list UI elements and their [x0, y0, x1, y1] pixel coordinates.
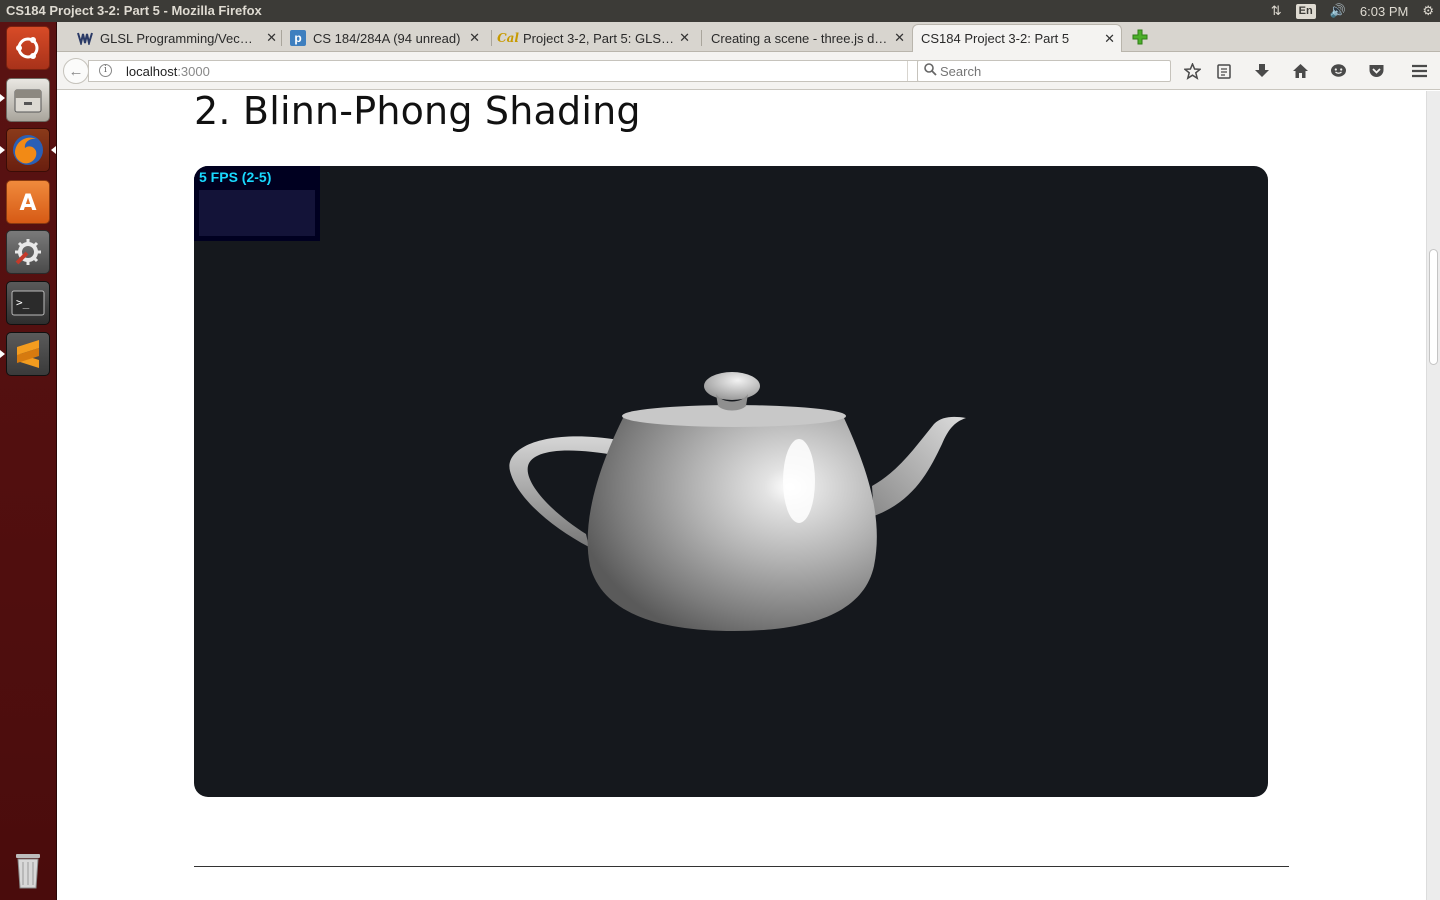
unity-launcher: A >_ — [0, 22, 57, 900]
teapot-render — [509, 372, 966, 631]
tab-separator — [701, 30, 702, 46]
url-text: localhost:3000 — [126, 64, 210, 79]
scrollbar-thumb[interactable] — [1429, 249, 1438, 365]
tab-threejs-docs[interactable]: Creating a scene - three.js d… ✕ — [711, 24, 911, 52]
url-host: localhost — [126, 64, 178, 79]
search-icon — [924, 63, 937, 79]
tab-glsl-programming[interactable]: GLSL Programming/Vec… ✕ — [77, 24, 283, 52]
close-tab-icon[interactable]: ✕ — [1104, 31, 1115, 47]
system-settings-icon[interactable] — [6, 230, 50, 274]
tab-label: CS184 Project 3-2: Part 5 — [921, 31, 1070, 46]
menu-button[interactable] — [1408, 61, 1430, 81]
home-icon — [1292, 64, 1308, 78]
wikibooks-icon — [77, 30, 93, 46]
navigation-toolbar: ← i localhost:3000 ↻ — [57, 52, 1440, 90]
horizontal-rule — [194, 866, 1289, 867]
clipboard-icon — [1217, 64, 1231, 79]
window-title: CS184 Project 3-2: Part 5 - Mozilla Fire… — [6, 3, 262, 18]
svg-text:A: A — [19, 191, 36, 216]
tab-project-3-2[interactable]: Cal Project 3-2, Part 5: GLS… ✕ — [497, 24, 696, 52]
berkeley-cal-icon: Cal — [497, 31, 519, 45]
tab-piazza[interactable]: p CS 184/284A (94 unread) ✕ — [290, 24, 486, 52]
terminal-icon[interactable]: >_ — [6, 281, 50, 325]
piazza-icon: p — [290, 30, 306, 46]
vertical-scrollbar[interactable] — [1426, 91, 1440, 900]
back-button[interactable]: ← — [63, 58, 89, 84]
ubuntu-dash-icon[interactable] — [6, 26, 50, 70]
plus-icon — [1132, 29, 1148, 45]
files-icon[interactable] — [6, 78, 50, 122]
close-tab-icon[interactable]: ✕ — [469, 30, 480, 46]
volume-icon[interactable]: 🔊 — [1330, 3, 1346, 19]
close-tab-icon[interactable]: ✕ — [679, 30, 690, 46]
tab-label: Project 3-2, Part 5: GLS… — [523, 30, 675, 46]
star-icon — [1183, 62, 1201, 80]
arrow-left-icon: ← — [68, 62, 84, 80]
tab-label: CS 184/284A (94 unread) — [313, 30, 461, 46]
tab-label: Creating a scene - three.js d… — [711, 30, 887, 46]
info-icon[interactable]: i — [99, 64, 112, 77]
search-input[interactable] — [940, 62, 1160, 80]
section-heading: 2. Blinn-Phong Shading — [194, 91, 641, 133]
keyboard-layout-indicator[interactable]: En — [1295, 3, 1316, 19]
url-bar[interactable]: i localhost:3000 ↻ — [88, 60, 936, 82]
home-button[interactable] — [1289, 61, 1311, 81]
downloads-button[interactable] — [1251, 61, 1273, 81]
pocket-icon — [1369, 65, 1383, 77]
search-box[interactable] — [917, 60, 1171, 82]
clock[interactable]: 6:03 PM — [1360, 4, 1408, 19]
running-indicator — [0, 94, 5, 102]
chat-bubble-icon — [1330, 64, 1346, 77]
running-indicator — [0, 146, 5, 154]
teapot-spout — [872, 416, 966, 516]
firefox-icon[interactable] — [6, 128, 50, 172]
network-updown-icon[interactable]: ⇅ — [1271, 3, 1282, 19]
tab-cs184-part5[interactable]: CS184 Project 3-2: Part 5 ✕ — [912, 24, 1122, 52]
system-tray: ⇅ En 🔊 6:03 PM ⚙ — [1271, 0, 1434, 22]
close-tab-icon[interactable]: ✕ — [266, 30, 277, 46]
gear-icon[interactable]: ⚙ — [1422, 3, 1434, 19]
sublime-text-icon[interactable] — [6, 332, 50, 376]
window-title-bar: CS184 Project 3-2: Part 5 - Mozilla Fire… — [0, 0, 1440, 22]
tab-strip: GLSL Programming/Vec… ✕ p CS 184/284A (9… — [57, 22, 1440, 52]
download-arrow-icon — [1255, 64, 1269, 77]
reading-list-button[interactable] — [1213, 61, 1235, 81]
close-tab-icon[interactable]: ✕ — [894, 30, 905, 46]
pocket-button[interactable] — [1365, 61, 1387, 81]
active-indicator — [51, 146, 56, 154]
webgl-canvas[interactable]: 5 FPS (2-5) — [194, 166, 1268, 797]
running-indicator — [0, 350, 5, 358]
software-center-icon[interactable]: A — [6, 180, 50, 224]
teapot-body — [587, 409, 877, 631]
specular-highlight — [783, 439, 815, 523]
hamburger-menu-icon — [1411, 64, 1427, 78]
trash-icon[interactable] — [6, 848, 50, 892]
tab-separator — [281, 30, 282, 46]
hello-chat-button[interactable] — [1327, 61, 1349, 81]
url-port: :3000 — [177, 64, 210, 79]
bookmark-star-button[interactable] — [1181, 61, 1203, 81]
tab-separator — [491, 30, 492, 46]
svg-text:>_: >_ — [16, 296, 30, 309]
teapot-lid-knob — [704, 372, 760, 400]
tab-label: GLSL Programming/Vec… — [100, 30, 253, 46]
new-tab-button[interactable] — [1130, 27, 1150, 47]
page-content: 2. Blinn-Phong Shading 5 FPS (2-5) — [57, 91, 1426, 900]
